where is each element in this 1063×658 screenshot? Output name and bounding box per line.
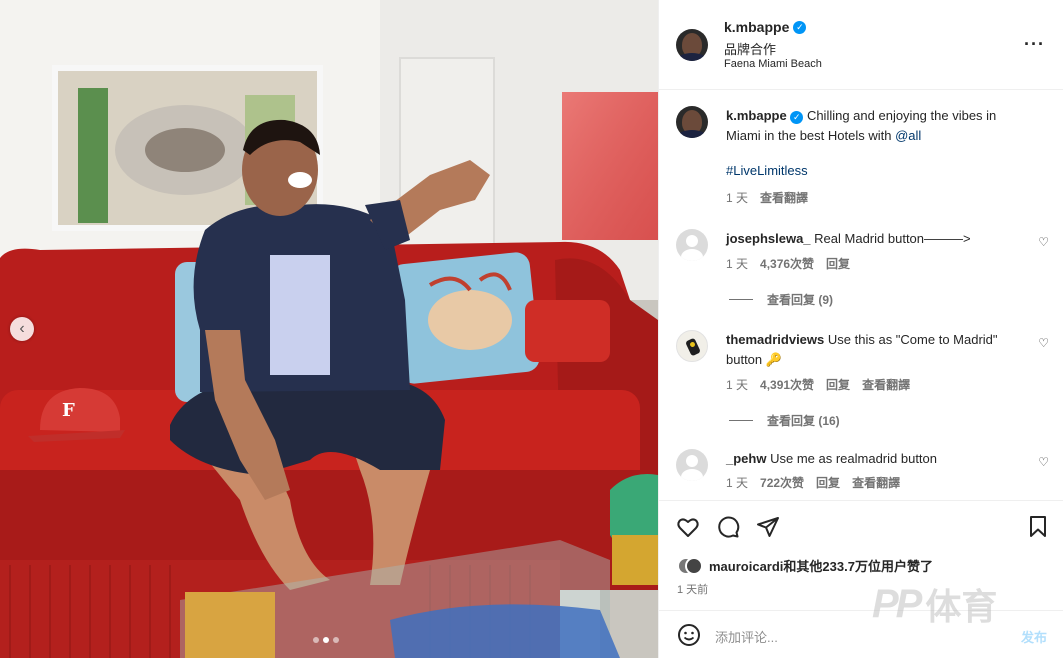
watermark: PP 体育 [872, 578, 997, 630]
comment-meta: 1 天 4,376次赞 回复 [726, 255, 850, 272]
comment-text: josephslewa_ Real Madrid button———> [726, 229, 1023, 249]
carousel-dot [313, 637, 319, 643]
carousel-dot [333, 637, 339, 643]
comment-username[interactable]: themadridviews [726, 332, 824, 347]
caption-time[interactable]: 1 天 [726, 189, 748, 206]
replies-divider [729, 299, 753, 300]
commenter-avatar[interactable] [676, 449, 708, 481]
author-name-row: k.mbappe ✓ [724, 19, 807, 35]
liker-avatar [685, 556, 703, 575]
emoji-icon[interactable] [677, 623, 701, 647]
comment-likes[interactable]: 4,391次赞 [760, 376, 814, 393]
caption-hashtag[interactable]: #LiveLimitless [726, 163, 808, 178]
share-send-icon[interactable] [756, 515, 780, 539]
post-header: k.mbappe ✓ 品牌合作 Faena Miami Beach ··· [659, 0, 1063, 90]
view-replies-button[interactable]: 查看回复 (9) [729, 291, 833, 308]
watermark-text: 体育 [925, 586, 998, 627]
save-bookmark-icon[interactable] [1026, 515, 1050, 539]
comment-likes[interactable]: 722次赞 [760, 474, 804, 491]
post-photo[interactable]: F ‹ [0, 0, 658, 658]
photo-illustration: F [0, 0, 658, 658]
comment-like-heart-icon[interactable]: ♡ [1038, 235, 1049, 249]
comment-like-heart-icon[interactable]: ♡ [1038, 455, 1049, 469]
post-time[interactable]: 1 天前 [677, 581, 708, 597]
comment-composer: 添加评论... 发布 [659, 610, 1063, 658]
comments-list[interactable]: k.mbappe ✓ Chilling and enjoying the vib… [659, 90, 1063, 500]
comment-body: Use me as realmadrid button [770, 451, 938, 466]
post-comment-button[interactable]: 发布 [1021, 627, 1047, 646]
replies-divider [729, 420, 753, 421]
comment-translate[interactable]: 查看翻譯 [862, 376, 910, 393]
author-avatar[interactable] [676, 29, 708, 61]
comment-username[interactable]: josephslewa_ [726, 231, 811, 246]
comment-time[interactable]: 1 天 [726, 376, 748, 393]
comment-meta: 1 天 722次赞 回复 查看翻譯 [726, 474, 900, 491]
comment-translate[interactable]: 查看翻譯 [852, 474, 900, 491]
author-username[interactable]: k.mbappe [724, 19, 789, 35]
comment-reply-button[interactable]: 回复 [826, 376, 850, 393]
commenter-avatar[interactable] [676, 330, 708, 362]
caption-translate[interactable]: 查看翻譯 [760, 189, 808, 206]
comment-username[interactable]: _pehw [726, 451, 766, 466]
view-replies-label: 查看回复 (9) [767, 293, 834, 307]
likes-summary[interactable]: mauroicardi和其他233.7万位用户赞了 [677, 556, 933, 575]
comment-likes[interactable]: 4,376次赞 [760, 255, 814, 272]
watermark-logo: PP [872, 581, 922, 626]
action-bar [659, 500, 1063, 552]
comment-meta: 1 天 4,391次赞 回复 查看翻譯 [726, 376, 910, 393]
view-replies-label: 查看回复 (16) [767, 414, 840, 428]
paid-partnership-label[interactable]: 品牌合作 [724, 39, 776, 58]
comment-text: themadridviews Use this as "Come to Madr… [726, 330, 1023, 370]
comment-like-heart-icon[interactable]: ♡ [1038, 336, 1049, 350]
caption-mention[interactable]: @all [895, 128, 921, 143]
caption-meta: 1 天 查看翻譯 [726, 189, 808, 206]
likes-text: mauroicardi和其他233.7万位用户赞了 [709, 559, 933, 574]
verified-badge-icon: ✓ [790, 111, 804, 124]
comment-body: Real Madrid button———> [814, 231, 971, 246]
comment-time[interactable]: 1 天 [726, 474, 748, 491]
caption-text: k.mbappe ✓ Chilling and enjoying the vib… [726, 106, 1023, 146]
liker-avatars [677, 556, 703, 575]
caption-username[interactable]: k.mbappe [726, 108, 787, 123]
commenter-avatar[interactable] [676, 229, 708, 261]
view-replies-button[interactable]: 查看回复 (16) [729, 412, 840, 429]
comment-input[interactable]: 添加评论... [715, 627, 778, 646]
caption-avatar[interactable] [676, 106, 708, 138]
like-heart-icon[interactable] [676, 515, 700, 539]
comment-bubble-icon[interactable] [716, 515, 740, 539]
carousel-dot-active [323, 637, 329, 643]
comment-reply-button[interactable]: 回复 [816, 474, 840, 491]
post-panel: k.mbappe ✓ 品牌合作 Faena Miami Beach ··· k.… [658, 0, 1063, 658]
more-options-icon[interactable]: ··· [1024, 34, 1045, 55]
carousel-prev-button[interactable]: ‹ [10, 317, 34, 341]
comment-time[interactable]: 1 天 [726, 255, 748, 272]
location-link[interactable]: Faena Miami Beach [724, 58, 822, 70]
comment-reply-button[interactable]: 回复 [826, 255, 850, 272]
carousel-dots [313, 637, 339, 643]
verified-badge-icon: ✓ [793, 20, 807, 34]
comment-text: _pehw Use me as realmadrid button [726, 449, 1023, 469]
svg-text:F: F [62, 400, 75, 421]
